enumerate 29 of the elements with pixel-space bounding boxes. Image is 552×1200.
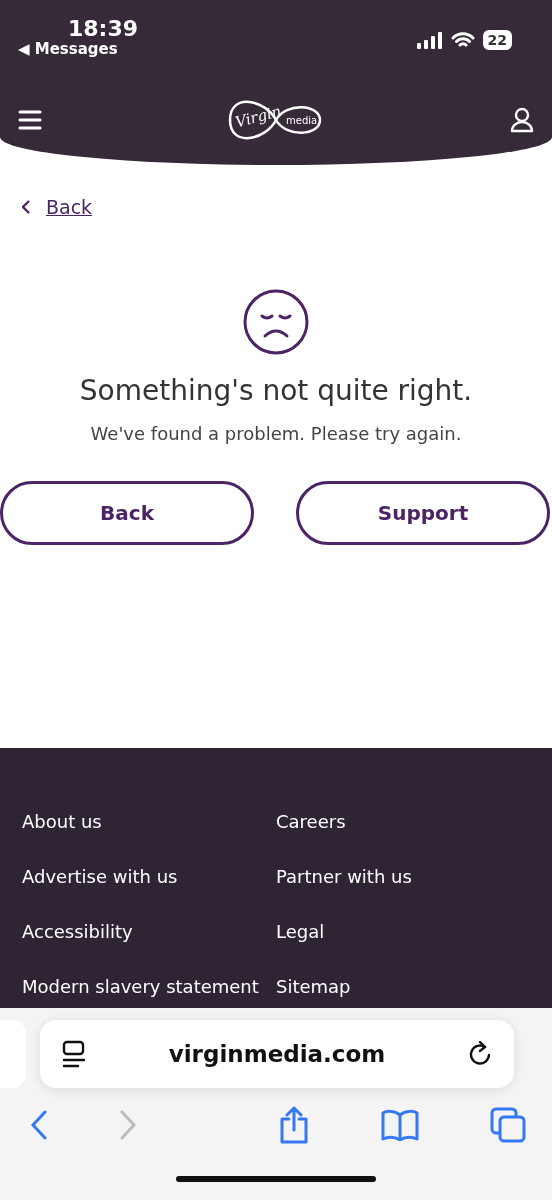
footer-link[interactable]: Modern slavery statement (22, 973, 259, 1008)
footer-link[interactable]: Partner with us (276, 863, 412, 918)
back-icon[interactable] (30, 1110, 48, 1140)
support-button[interactable]: Support (296, 480, 550, 545)
page-menu-icon[interactable] (62, 1040, 86, 1068)
error-message: We've found a problem. Please try again. (89, 421, 463, 446)
tabs-icon[interactable] (490, 1107, 526, 1143)
menu-icon[interactable] (18, 110, 42, 130)
wifi-icon (450, 31, 475, 49)
footer-link[interactable]: Advertise with us (22, 863, 178, 918)
share-icon[interactable] (278, 1106, 310, 1144)
back-link[interactable]: Back (22, 193, 93, 222)
chevron-left-icon (22, 200, 30, 215)
back-button[interactable]: Back (0, 480, 254, 545)
footer-link[interactable]: Legal (276, 918, 325, 973)
battery-level: 22 (482, 30, 512, 50)
account-icon[interactable] (510, 107, 534, 133)
sad-face-icon (242, 287, 310, 356)
bookmarks-icon[interactable] (381, 1109, 419, 1141)
status-time: 18:39 (68, 18, 139, 40)
reload-icon[interactable] (468, 1041, 492, 1067)
footer-link[interactable]: Accessibility (22, 918, 133, 973)
address-bar[interactable]: virginmedia.com (40, 1020, 514, 1088)
footer-link[interactable]: Sitemap (276, 973, 351, 1008)
footer-link[interactable]: About us (22, 808, 102, 863)
footer-link[interactable]: Careers (276, 808, 346, 863)
error-title: Something's not quite right. (78, 372, 474, 409)
back-to-app-link[interactable]: ◀ Messages (18, 40, 139, 58)
signal-icon (416, 31, 443, 49)
